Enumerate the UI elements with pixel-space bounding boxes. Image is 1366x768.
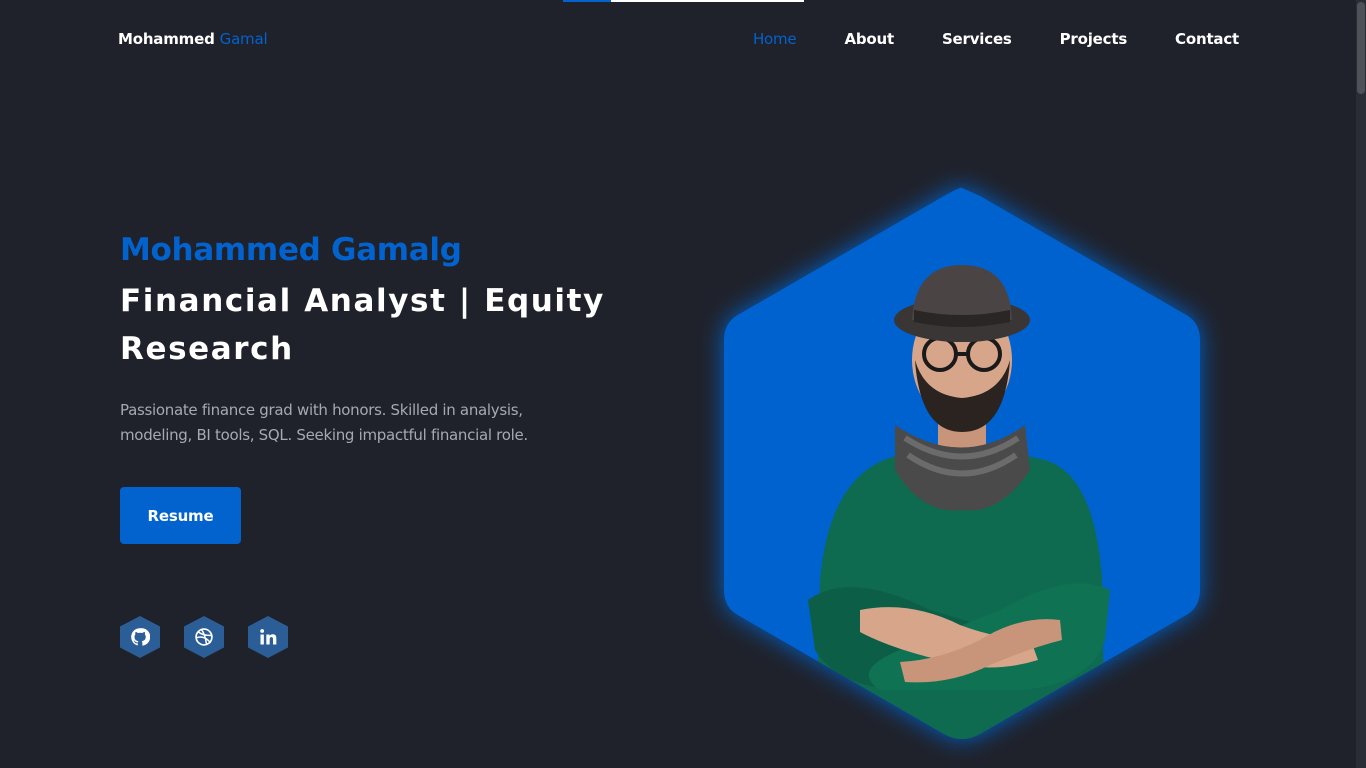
main-nav: Home About Services Projects Contact	[705, 30, 1239, 48]
site-logo[interactable]: Mohammed Gamal	[118, 30, 268, 48]
linkedin-icon	[260, 629, 277, 645]
social-links	[120, 616, 288, 658]
page-scrollbar[interactable]	[1356, 0, 1366, 768]
hero-description: Passionate finance grad with honors. Ski…	[120, 401, 528, 444]
nav-contact[interactable]: Contact	[1175, 30, 1239, 48]
nav-about[interactable]: About	[844, 30, 894, 48]
scrollbar-thumb[interactable]	[1357, 2, 1365, 94]
hero-portrait	[700, 170, 1225, 750]
resume-button[interactable]: Resume	[120, 487, 241, 544]
nav-projects[interactable]: Projects	[1060, 30, 1128, 48]
hero-title: Financial Analyst | Equity Research	[120, 283, 605, 367]
logo-first-name: Mohammed	[118, 30, 215, 48]
linkedin-link[interactable]	[248, 616, 288, 658]
github-link[interactable]	[120, 616, 160, 658]
portrait-illustration	[724, 187, 1200, 739]
scroll-progress-bar	[563, 0, 804, 2]
dribbble-link[interactable]	[184, 616, 224, 658]
github-icon	[131, 628, 150, 646]
nav-home[interactable]: Home	[753, 30, 797, 48]
scroll-progress-fill	[563, 0, 612, 2]
hero-name: Mohammed Gamalg	[120, 232, 462, 268]
dribbble-icon	[195, 628, 213, 646]
nav-services[interactable]: Services	[942, 30, 1012, 48]
logo-last-name: Gamal	[219, 30, 268, 48]
